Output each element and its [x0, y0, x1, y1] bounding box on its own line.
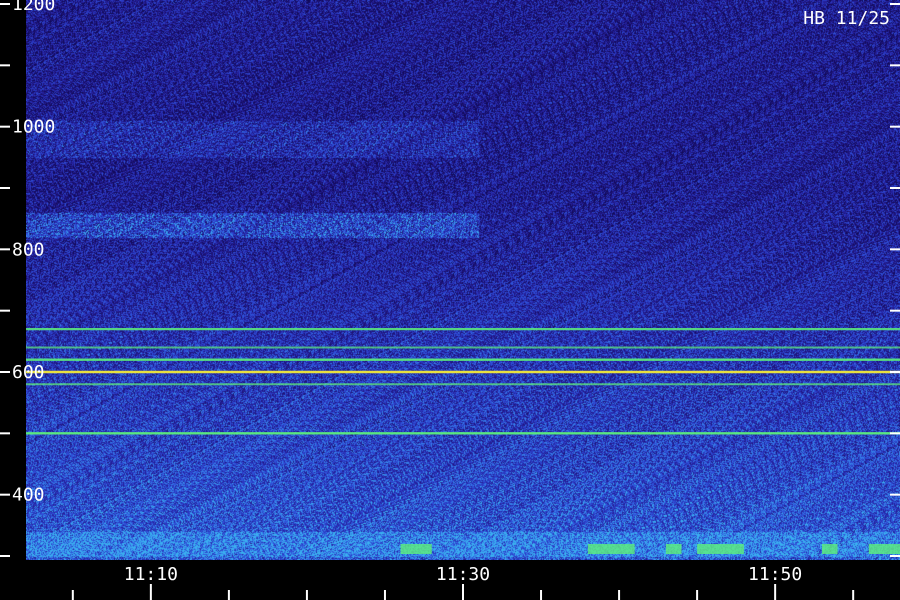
spectrogram-chart: 400 600 800 1000 1200 11:10 11:30 11:50 HB 11/2… — [0, 0, 900, 600]
chart-title: HB 11/25 — [803, 8, 890, 29]
y-tick-label-1000: 1000 — [12, 117, 55, 138]
burst-3 — [697, 544, 744, 554]
burst-2 — [665, 544, 682, 554]
y-tick-label-800: 800 — [12, 239, 45, 260]
y-tick-label-1200: 1200 — [12, 0, 55, 15]
y-axis-strip — [0, 0, 26, 600]
burst-4 — [821, 544, 838, 554]
burst-0 — [400, 544, 432, 554]
x-tick-label-11:30: 11:30 — [436, 564, 490, 585]
y-tick-label-400: 400 — [12, 485, 45, 506]
plot-area — [26, 0, 900, 560]
burst-5 — [868, 544, 900, 554]
x-tick-label-11:10: 11:10 — [124, 564, 178, 585]
burst-1 — [587, 544, 635, 554]
spectrogram-noise — [26, 0, 900, 560]
x-tick-label-11:50: 11:50 — [748, 564, 802, 585]
y-tick-label-600: 600 — [12, 362, 45, 383]
